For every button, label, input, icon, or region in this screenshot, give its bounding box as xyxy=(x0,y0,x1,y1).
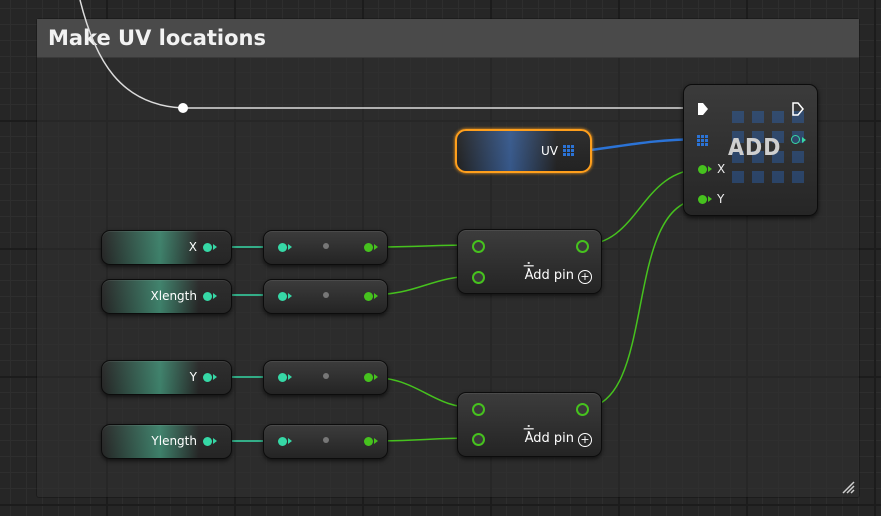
add-pin-plus-icon: + xyxy=(578,270,592,284)
add-pin-button[interactable]: Add pin + xyxy=(525,268,592,284)
output-pin[interactable] xyxy=(364,373,373,382)
pin-arrow-icon xyxy=(374,244,378,250)
pin-arrow-icon xyxy=(374,374,378,380)
variable-node-xlength[interactable]: Xlength xyxy=(101,279,232,314)
variable-label: X xyxy=(188,240,197,254)
pin-arrow-icon xyxy=(213,438,217,444)
convert-dot xyxy=(323,292,329,298)
convert-node-xlength[interactable] xyxy=(263,279,388,314)
input-pin-a[interactable] xyxy=(472,403,485,416)
variable-label: Y xyxy=(189,370,197,384)
index-out-pin[interactable] xyxy=(791,135,800,144)
output-pin[interactable] xyxy=(203,373,212,382)
input-pin-y[interactable] xyxy=(698,195,707,204)
add-pin-label: Add pin xyxy=(524,268,574,283)
pin-arrow-icon xyxy=(288,438,292,444)
variable-label: Ylength xyxy=(151,434,197,448)
exec-wire xyxy=(79,0,695,109)
array-grid-icon[interactable] xyxy=(563,145,574,156)
variable-node-y[interactable]: Y xyxy=(101,360,232,395)
output-pin[interactable] xyxy=(364,292,373,301)
input-pin-b[interactable] xyxy=(472,433,485,446)
add-node[interactable]: ADD X Y xyxy=(683,84,818,216)
pin-arrow-icon xyxy=(213,293,217,299)
pin-label-y: Y xyxy=(717,192,725,206)
add-pin-label: Add pin xyxy=(524,431,574,446)
variable-label: UV xyxy=(541,144,558,158)
input-pin-x[interactable] xyxy=(698,165,707,174)
pin-arrow-icon xyxy=(708,196,712,202)
exec-out-pin-icon[interactable] xyxy=(792,102,804,116)
variable-label: Xlength xyxy=(150,289,197,303)
variable-node-uv[interactable]: UV xyxy=(455,129,592,173)
output-pin[interactable] xyxy=(203,243,212,252)
exec-reroute-knot xyxy=(178,103,188,113)
input-pin[interactable] xyxy=(278,243,287,252)
variable-node-ylength[interactable]: Ylength xyxy=(101,424,232,459)
output-pin[interactable] xyxy=(203,437,212,446)
pin-arrow-icon xyxy=(802,137,806,143)
add-pin-button[interactable]: Add pin + xyxy=(525,431,592,447)
array-in-pin-icon[interactable] xyxy=(697,135,708,146)
input-pin[interactable] xyxy=(278,437,287,446)
divide-node-2[interactable]: ÷ Add pin + xyxy=(457,392,602,457)
output-pin[interactable] xyxy=(364,437,373,446)
output-pin[interactable] xyxy=(364,243,373,252)
pin-arrow-icon xyxy=(708,166,712,172)
pin-label-x: X xyxy=(717,162,726,176)
input-pin[interactable] xyxy=(278,373,287,382)
convert-node-y[interactable] xyxy=(263,360,388,395)
input-pin-b[interactable] xyxy=(472,271,485,284)
convert-node-ylength[interactable] xyxy=(263,424,388,459)
output-pin[interactable] xyxy=(576,240,589,253)
pin-arrow-icon xyxy=(374,438,378,444)
pin-arrow-icon xyxy=(213,374,217,380)
convert-node-x[interactable] xyxy=(263,230,388,265)
pin-arrow-icon xyxy=(374,293,378,299)
convert-dot xyxy=(323,243,329,249)
pin-arrow-icon xyxy=(213,244,217,250)
add-pin-plus-icon: + xyxy=(578,433,592,447)
pin-arrow-icon xyxy=(288,293,292,299)
input-pin[interactable] xyxy=(278,292,287,301)
output-pin[interactable] xyxy=(576,403,589,416)
add-node-title: ADD xyxy=(728,135,782,161)
exec-in-pin-icon[interactable] xyxy=(697,102,709,116)
convert-dot xyxy=(323,437,329,443)
wire-div2-addy xyxy=(581,198,704,409)
variable-node-x[interactable]: X xyxy=(101,230,232,265)
input-pin-a[interactable] xyxy=(472,240,485,253)
divide-node-1[interactable]: ÷ Add pin + xyxy=(457,229,602,294)
output-pin[interactable] xyxy=(203,292,212,301)
convert-dot xyxy=(323,373,329,379)
pin-arrow-icon xyxy=(288,374,292,380)
pin-arrow-icon xyxy=(288,244,292,250)
